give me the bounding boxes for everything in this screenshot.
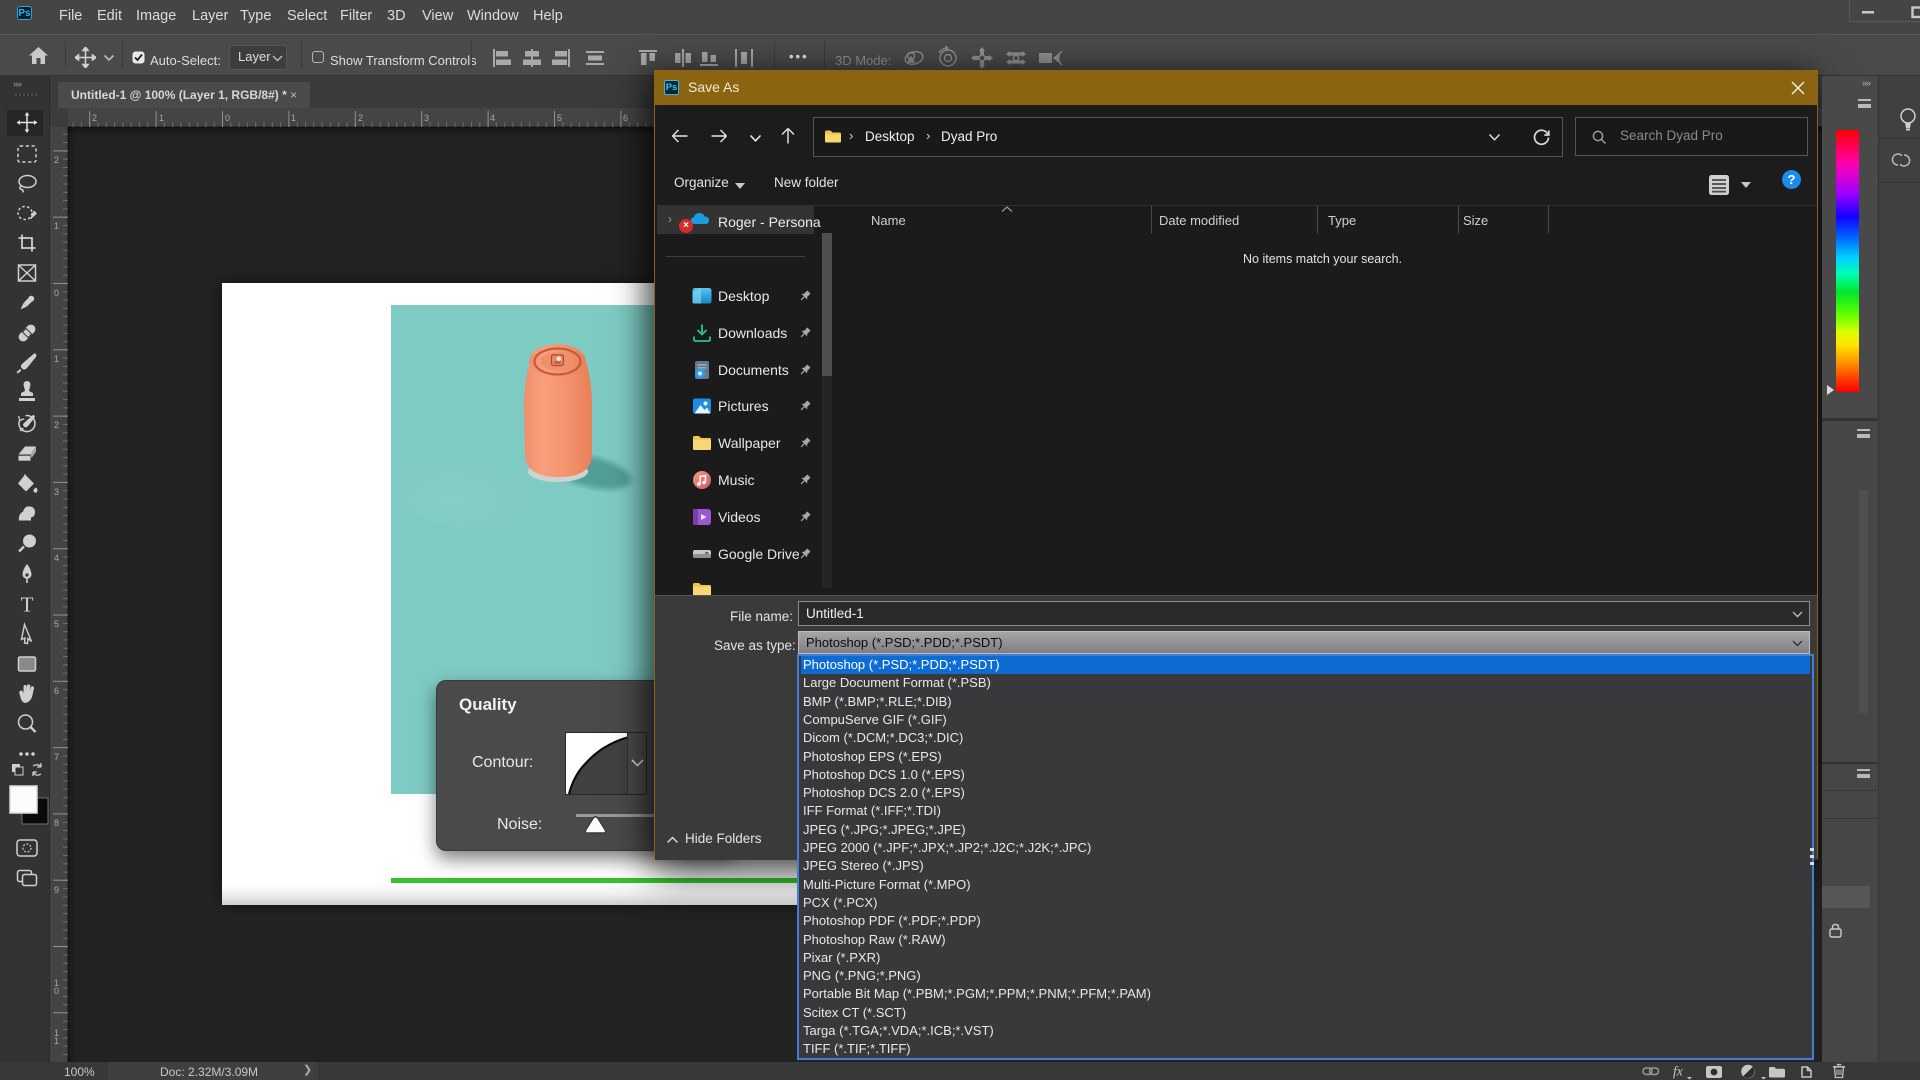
svg-text:0: 0: [225, 113, 230, 123]
svg-text:6: 6: [54, 686, 59, 696]
svg-text:0: 0: [54, 288, 59, 298]
svg-text:3: 3: [424, 113, 429, 123]
svg-text:4: 4: [490, 113, 495, 123]
svg-text:2: 2: [54, 420, 59, 430]
svg-text:8: 8: [54, 818, 59, 828]
svg-text:7: 7: [54, 752, 59, 762]
svg-text:5: 5: [54, 619, 59, 629]
svg-text:9: 9: [54, 885, 59, 895]
svg-text:1: 1: [54, 1036, 59, 1046]
svg-text:3: 3: [54, 487, 59, 497]
svg-text:5: 5: [557, 113, 562, 123]
svg-text:1: 1: [159, 113, 164, 123]
svg-text:fx: fx: [1673, 1064, 1683, 1079]
svg-text:2: 2: [92, 113, 97, 123]
svg-text:1: 1: [54, 354, 59, 364]
svg-text:2: 2: [54, 155, 59, 165]
svg-text:0: 0: [54, 986, 59, 996]
svg-text:2: 2: [358, 113, 363, 123]
svg-text:T: T: [21, 593, 34, 617]
svg-text:6: 6: [623, 113, 628, 123]
svg-text:1: 1: [54, 221, 59, 231]
svg-text:4: 4: [54, 553, 59, 563]
svg-text:1: 1: [291, 113, 296, 123]
